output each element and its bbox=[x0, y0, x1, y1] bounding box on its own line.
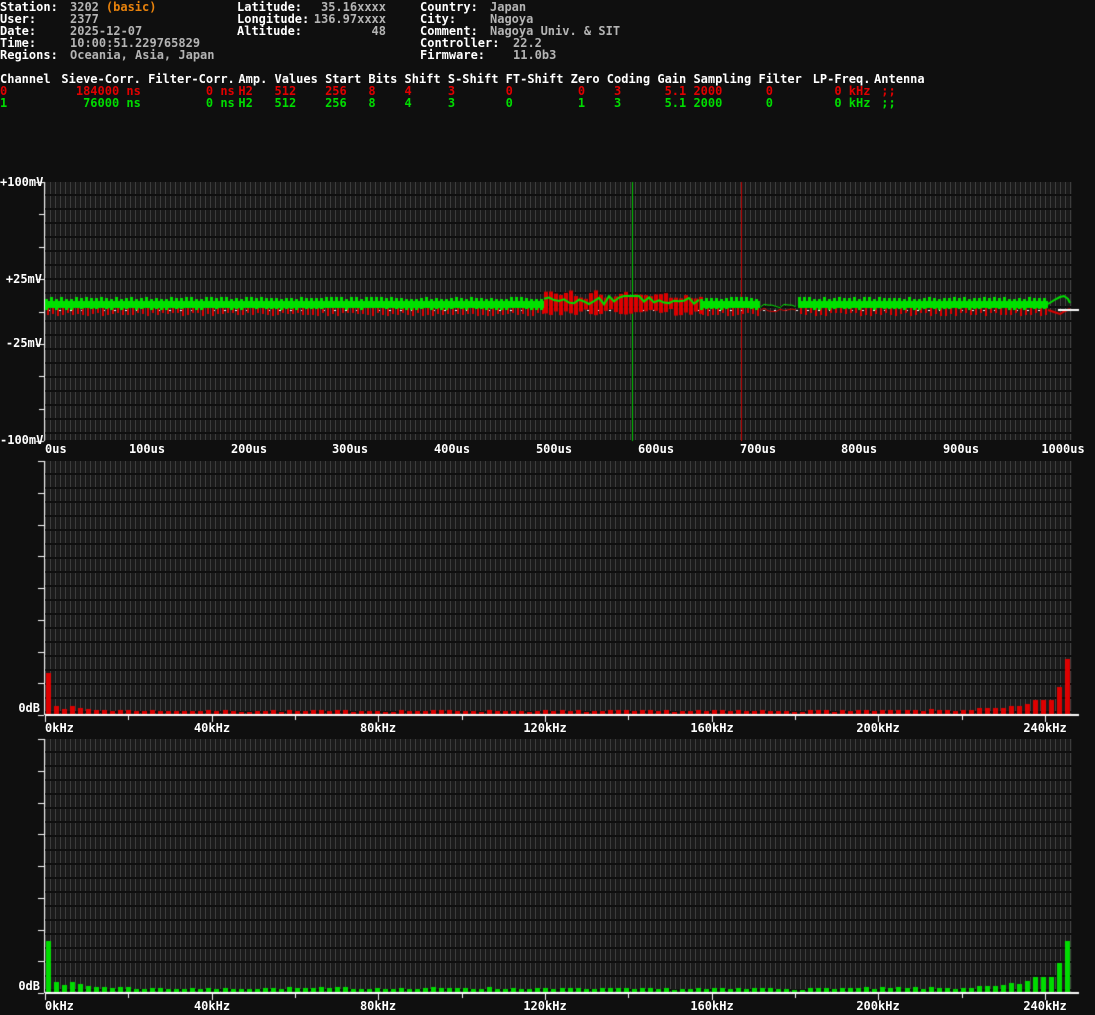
waveform-x-tick-label: 300us bbox=[331, 442, 369, 456]
spectrum-channel-0-x-tick-label: 0kHz bbox=[45, 721, 74, 735]
spectrum-channel-0-x-tick-label: 120kHz bbox=[523, 721, 567, 735]
station-signal-page: Station:3202(basic) User:2377 Date:2025-… bbox=[0, 0, 1095, 1015]
spectrum-channel-1-x-tick-label: 0kHz bbox=[45, 999, 74, 1013]
waveform-x-tick-label: 900us bbox=[942, 442, 980, 456]
waveform-x-tick-label: 800us bbox=[840, 442, 878, 456]
waveform-y-tick-label: -100mV bbox=[0, 433, 44, 447]
waveform-x-tick-label: 600us bbox=[637, 442, 675, 456]
spectrum-channel-0-x-tick-label: 160kHz bbox=[690, 721, 734, 735]
waveform-x-tick-label: 500us bbox=[535, 442, 573, 456]
spectrum-channel-1-x-tick-label: 160kHz bbox=[690, 999, 734, 1013]
waveform-y-tick-label: +25mV bbox=[5, 272, 42, 286]
spectrum-channel-0-x-tick-label: 200kHz bbox=[856, 721, 900, 735]
spectrum-channel-1-x-tick-label: 40kHz bbox=[193, 999, 231, 1013]
waveform-y-tick-label: -25mV bbox=[5, 336, 42, 350]
spectrum-channel-0-x-tick-label: 240kHz bbox=[1023, 721, 1067, 735]
waveform-x-tick-label: 200us bbox=[230, 442, 268, 456]
spectrum-channel-0-baseline-label: 0dB bbox=[18, 701, 40, 715]
spectrum-channel-0-x-tick-label: 40kHz bbox=[193, 721, 231, 735]
waveform-y-tick-label: +100mV bbox=[0, 175, 44, 189]
waveform-x-tick-label: 700us bbox=[739, 442, 777, 456]
spectrum-channel-1-x-tick-label: 240kHz bbox=[1023, 999, 1067, 1013]
spectrum-channel-1-x-tick-label: 200kHz bbox=[856, 999, 900, 1013]
spectrum-channel-1-x-tick-label: 80kHz bbox=[359, 999, 397, 1013]
spectrum-channel-1-x-tick-label: 120kHz bbox=[523, 999, 567, 1013]
waveform-x-tick-label: 100us bbox=[128, 442, 166, 456]
spectrum-channel-0-x-tick-label: 80kHz bbox=[359, 721, 397, 735]
waveform-x-tick-label: 0us bbox=[45, 442, 67, 456]
waveform-x-tick-label: 1000us bbox=[1041, 442, 1085, 456]
waveform-x-tick-label: 400us bbox=[433, 442, 471, 456]
spectrum-channel-1-baseline-label: 0dB bbox=[18, 979, 40, 993]
plots-canvas bbox=[0, 0, 1095, 1015]
